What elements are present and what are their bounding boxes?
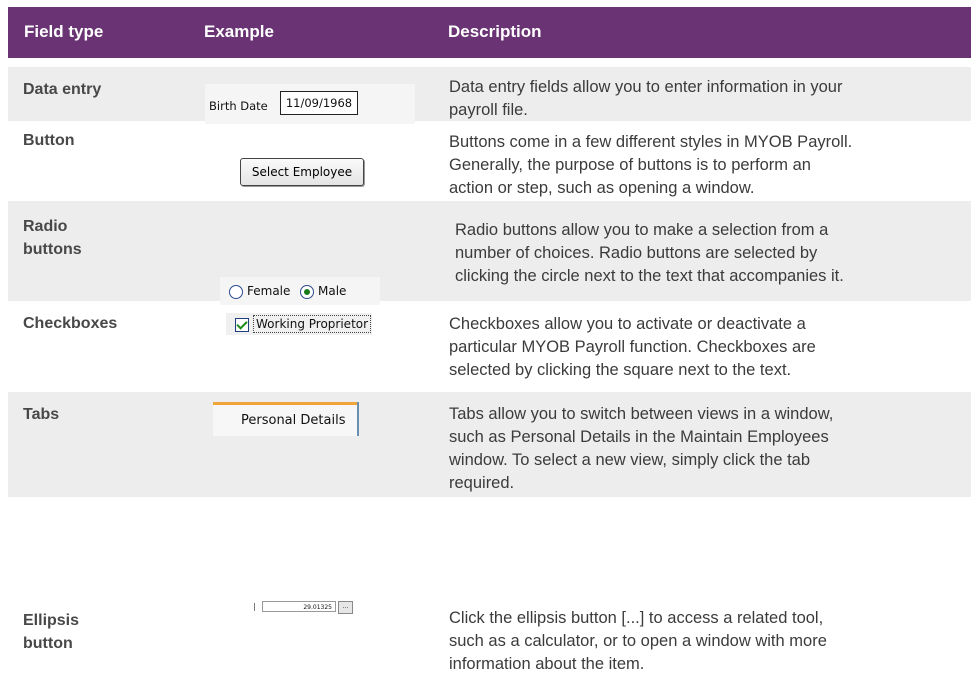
field-type-label: Ellipsis button bbox=[23, 612, 80, 652]
male-radio-label: Male bbox=[318, 284, 347, 298]
field-type-label: Data entry bbox=[23, 81, 102, 98]
description: Checkboxes allow you to activate or deac… bbox=[449, 315, 816, 379]
header-description: Description bbox=[448, 22, 542, 41]
table-row-button: Button Select Employee Buttons come in a… bbox=[8, 121, 971, 199]
field-type-label: Button bbox=[23, 132, 75, 149]
description: Buttons come in a few different styles i… bbox=[449, 133, 853, 197]
table-row-ellipsis: Ellipsis button 29.01325 ... Click the e… bbox=[8, 597, 971, 695]
table-header: Field type Example Description bbox=[8, 7, 971, 58]
select-employee-button[interactable]: Select Employee bbox=[240, 158, 364, 186]
field-type-label: Checkboxes bbox=[23, 315, 118, 332]
working-proprietor-label: Working Proprietor bbox=[253, 315, 372, 333]
male-radio[interactable] bbox=[300, 285, 314, 299]
description: Data entry fields allow you to enter inf… bbox=[449, 78, 843, 119]
birth-date-label: Birth Date bbox=[209, 99, 268, 113]
example-data-entry: Birth Date 11/09/1968 bbox=[205, 84, 415, 124]
example-checkbox: Working Proprietor bbox=[226, 313, 372, 335]
birth-date-field[interactable]: 11/09/1968 bbox=[280, 91, 358, 115]
value-field[interactable]: 29.01325 bbox=[262, 601, 336, 612]
table-row-radio: Radio buttons Female Male Radio buttons … bbox=[8, 201, 971, 305]
tab-label: Personal Details bbox=[241, 413, 346, 428]
example-ellipsis: 29.01325 ... bbox=[254, 601, 366, 615]
description: Radio buttons allow you to make a select… bbox=[455, 221, 844, 285]
table-row-checkboxes: Checkboxes Working Proprietor Checkboxes… bbox=[8, 301, 971, 389]
working-proprietor-checkbox[interactable] bbox=[235, 318, 249, 332]
header-example: Example bbox=[204, 22, 274, 41]
description: Tabs allow you to switch between views i… bbox=[449, 405, 834, 492]
field-types-table: Field type Example Description Data entr… bbox=[0, 0, 978, 700]
female-radio[interactable] bbox=[229, 285, 243, 299]
table-row-data-entry: Data entry Birth Date 11/09/1968 Data en… bbox=[8, 67, 971, 124]
ellipsis-button[interactable]: ... bbox=[338, 601, 353, 614]
description: Click the ellipsis button [...] to acces… bbox=[449, 609, 827, 673]
table-row-tabs: Tabs Personal Details Tabs allow you to … bbox=[8, 392, 971, 497]
header-field-type: Field type bbox=[24, 22, 104, 41]
field-type-label: Tabs bbox=[23, 406, 60, 423]
personal-details-tab[interactable]: Personal Details bbox=[213, 402, 359, 436]
field-type-label: Radio buttons bbox=[23, 218, 82, 258]
female-radio-label: Female bbox=[247, 284, 291, 298]
